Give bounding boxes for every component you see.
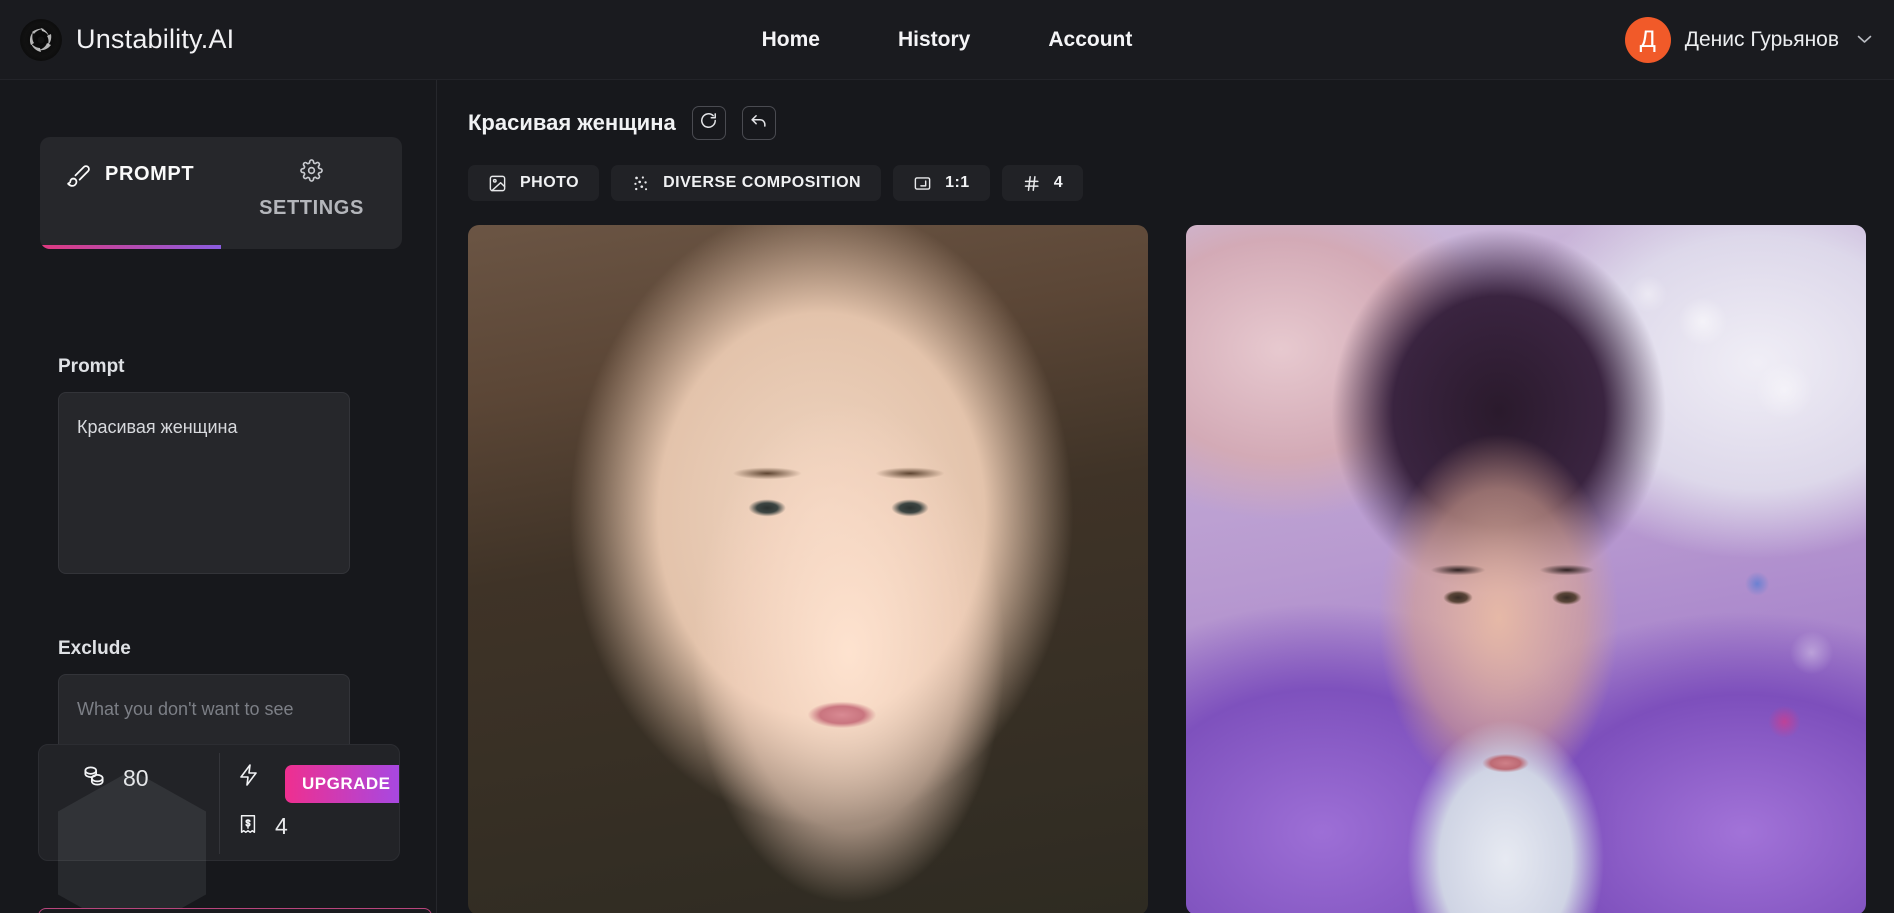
credits-receipt: 4 [237, 813, 288, 840]
undo-button[interactable] [741, 106, 776, 140]
credits-coins-value: 80 [123, 765, 149, 791]
nav-history[interactable]: History [898, 28, 970, 52]
user-menu[interactable]: Д Денис Гурьянов [1624, 16, 1872, 63]
scatter-dots-icon [631, 174, 650, 193]
hash-icon [1022, 174, 1041, 193]
active-tab-underline [40, 245, 221, 249]
brand-name: Unstability.AI [76, 24, 235, 54]
receipt-dollar-icon [237, 813, 259, 840]
main-header: Красивая женщина [468, 106, 1894, 140]
tab-settings-label: SETTINGS [259, 197, 364, 219]
exclude-label: Exclude [58, 638, 131, 659]
top-navigation-bar: Unstability.AI Home History Account Д Де… [0, 0, 1894, 80]
chip-count-label: 4 [1053, 174, 1064, 191]
credits-bolt [237, 763, 261, 792]
aperture-swirl-icon [20, 18, 62, 61]
sidebar-panel: PROMPT SETTINGS Prompt Красивая женщина … [0, 80, 437, 913]
prompt-label: Prompt [58, 356, 125, 377]
avatar: Д [1624, 16, 1671, 63]
results-gallery [468, 225, 1894, 913]
refresh-icon [699, 111, 718, 135]
brand[interactable]: Unstability.AI [20, 18, 235, 61]
regenerate-button[interactable] [691, 106, 726, 140]
result-image-1[interactable] [468, 225, 1148, 913]
main-content: Красивая женщина PHOTO DIVERSE COMPOSITI… [438, 80, 1894, 913]
tab-prompt-label: PROMPT [105, 163, 195, 185]
aspect-ratio-icon [913, 174, 932, 193]
image-icon [488, 174, 507, 193]
chip-composition-label: DIVERSE COMPOSITION [663, 174, 862, 191]
nav-account[interactable]: Account [1048, 28, 1132, 52]
lightning-bolt-icon [237, 763, 261, 792]
gear-icon [300, 159, 323, 187]
prompt-input[interactable]: Красивая женщина [58, 392, 350, 574]
main-nav: Home History Account [762, 28, 1133, 52]
parameter-chips: PHOTO DIVERSE COMPOSITION 1:1 4 [468, 165, 1894, 201]
brush-icon [66, 163, 91, 193]
coins-icon [81, 763, 107, 794]
credits-divider [219, 753, 220, 854]
credits-coins: 80 [81, 763, 149, 794]
user-name: Денис Гурьянов [1684, 27, 1839, 51]
chip-photo[interactable]: PHOTO [468, 165, 600, 201]
chip-count[interactable]: 4 [1001, 165, 1084, 201]
chip-aspect-ratio[interactable]: 1:1 [893, 165, 990, 201]
nav-home[interactable]: Home [762, 28, 820, 52]
upgrade-button[interactable]: UPGRADE [285, 765, 399, 803]
page-title: Красивая женщина [468, 110, 676, 135]
credits-receipt-value: 4 [275, 813, 288, 839]
tab-settings[interactable]: SETTINGS [221, 137, 402, 249]
create-button[interactable]: CREATE Ctrl + Enter [38, 908, 432, 913]
sidebar-tabs: PROMPT SETTINGS [40, 137, 402, 249]
chip-photo-label: PHOTO [520, 174, 580, 191]
chip-aspect-ratio-label: 1:1 [945, 174, 970, 191]
app-root: Unstability.AI Home History Account Д Де… [0, 0, 1894, 913]
credits-panel: 80 UPGRADE 4 [38, 744, 400, 861]
tab-prompt[interactable]: PROMPT [40, 137, 221, 249]
chip-composition[interactable]: DIVERSE COMPOSITION [611, 165, 882, 201]
undo-arrow-icon [749, 111, 768, 135]
chevron-down-icon [1857, 31, 1872, 48]
result-image-2[interactable] [1186, 225, 1866, 913]
